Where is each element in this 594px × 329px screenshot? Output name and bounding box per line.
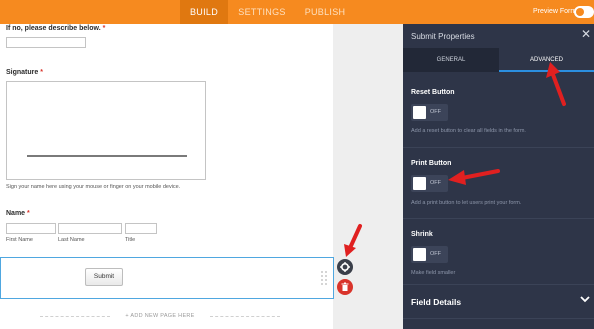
delete-field-button[interactable] xyxy=(337,279,353,295)
title-input[interactable] xyxy=(125,223,157,234)
toggle-state: OFF xyxy=(430,180,441,186)
first-name-sublabel: First Name xyxy=(6,237,33,243)
toggle-knob xyxy=(576,8,584,16)
preview-form-toggle[interactable] xyxy=(574,6,594,18)
title-sublabel: Title xyxy=(125,237,136,243)
gear-icon xyxy=(340,262,350,272)
divider xyxy=(403,318,594,319)
signature-label: Signature * xyxy=(6,69,43,76)
tab-settings[interactable]: SETTINGS xyxy=(236,0,288,24)
toggle-switch xyxy=(413,106,426,119)
shrink-toggle[interactable]: OFF xyxy=(411,246,448,263)
trash-icon xyxy=(341,282,349,291)
last-name-sublabel: Last Name xyxy=(58,237,85,243)
first-name-input[interactable] xyxy=(6,223,56,234)
toggle-state: OFF xyxy=(430,251,441,257)
toggle-switch xyxy=(413,248,426,261)
divider xyxy=(403,218,594,219)
submit-button[interactable]: Submit xyxy=(85,268,123,286)
top-bar: BUILD SETTINGS PUBLISH Preview Form xyxy=(0,0,594,24)
shrink-title: Shrink xyxy=(411,231,433,238)
drag-handle-icon[interactable] xyxy=(321,271,327,285)
tab-general[interactable]: GENERAL xyxy=(403,48,499,72)
preview-form-label: Preview Form xyxy=(533,8,577,15)
print-button-toggle[interactable]: OFF xyxy=(411,175,448,192)
panel-title: Submit Properties xyxy=(411,32,475,41)
describe-input[interactable] xyxy=(6,37,86,48)
submit-field-selected[interactable]: Submit xyxy=(0,257,334,299)
field-settings-button[interactable] xyxy=(337,259,353,275)
signature-line xyxy=(27,155,187,157)
divider xyxy=(403,147,594,148)
signature-hint: Sign your name here using your mouse or … xyxy=(6,184,181,190)
reset-button-desc: Add a reset button to clear all fields i… xyxy=(411,128,526,134)
toggle-switch xyxy=(413,177,426,190)
close-icon[interactable]: ✕ xyxy=(581,27,591,41)
toggle-state: OFF xyxy=(430,109,441,115)
shrink-desc: Make field smaller xyxy=(411,270,456,276)
annotation-arrow-icon xyxy=(344,224,362,257)
reset-button-toggle[interactable]: OFF xyxy=(411,104,448,121)
last-name-input[interactable] xyxy=(58,223,122,234)
signature-pad[interactable] xyxy=(6,81,206,180)
name-label: Name * xyxy=(6,210,30,217)
describe-label: If no, please describe below. * xyxy=(6,25,106,32)
divider xyxy=(403,284,594,285)
tab-build[interactable]: BUILD xyxy=(180,0,228,24)
annotation-arrow-icon xyxy=(448,169,500,185)
chevron-down-icon[interactable] xyxy=(580,294,590,306)
reset-button-title: Reset Button xyxy=(411,89,455,96)
annotation-arrow-icon xyxy=(546,62,566,106)
tab-publish[interactable]: PUBLISH xyxy=(300,0,350,24)
field-details-header[interactable]: Field Details xyxy=(411,297,461,307)
add-new-page-link[interactable]: + ADD NEW PAGE HERE xyxy=(40,313,280,319)
print-button-desc: Add a print button to let users print yo… xyxy=(411,200,522,206)
